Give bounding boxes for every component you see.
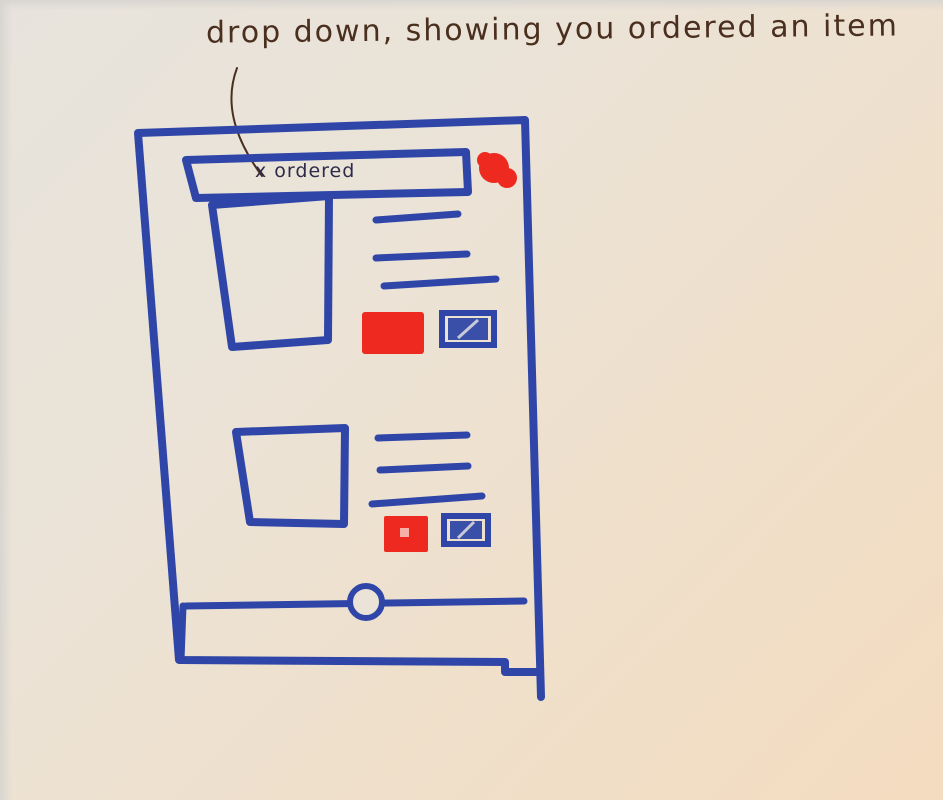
save-checkbox-2[interactable] bbox=[441, 513, 491, 547]
item-2-text-line-1 bbox=[374, 431, 471, 442]
annotation-label: drop down, showing you ordered an item bbox=[205, 8, 900, 51]
item-2-text-line-2 bbox=[376, 462, 472, 474]
order-button-2[interactable] bbox=[384, 516, 428, 552]
notification-badge[interactable] bbox=[477, 152, 517, 188]
order-button-1[interactable] bbox=[362, 312, 424, 354]
item-1-text-line-1 bbox=[372, 210, 462, 224]
wireframe-sketch bbox=[134, 67, 545, 701]
item-1-text-line-3 bbox=[380, 275, 500, 290]
item-2-text-line-3 bbox=[368, 492, 486, 508]
bottom-bar-left-edge bbox=[177, 602, 187, 664]
item-image-1 bbox=[208, 192, 333, 351]
dropdown-label: x ordered bbox=[255, 160, 356, 182]
item-1-text-line-2 bbox=[372, 250, 471, 262]
save-checkbox-1[interactable] bbox=[439, 310, 497, 348]
slider-handle-icon[interactable] bbox=[347, 583, 385, 621]
phone-frame bbox=[134, 116, 545, 701]
item-image-2 bbox=[232, 424, 349, 528]
